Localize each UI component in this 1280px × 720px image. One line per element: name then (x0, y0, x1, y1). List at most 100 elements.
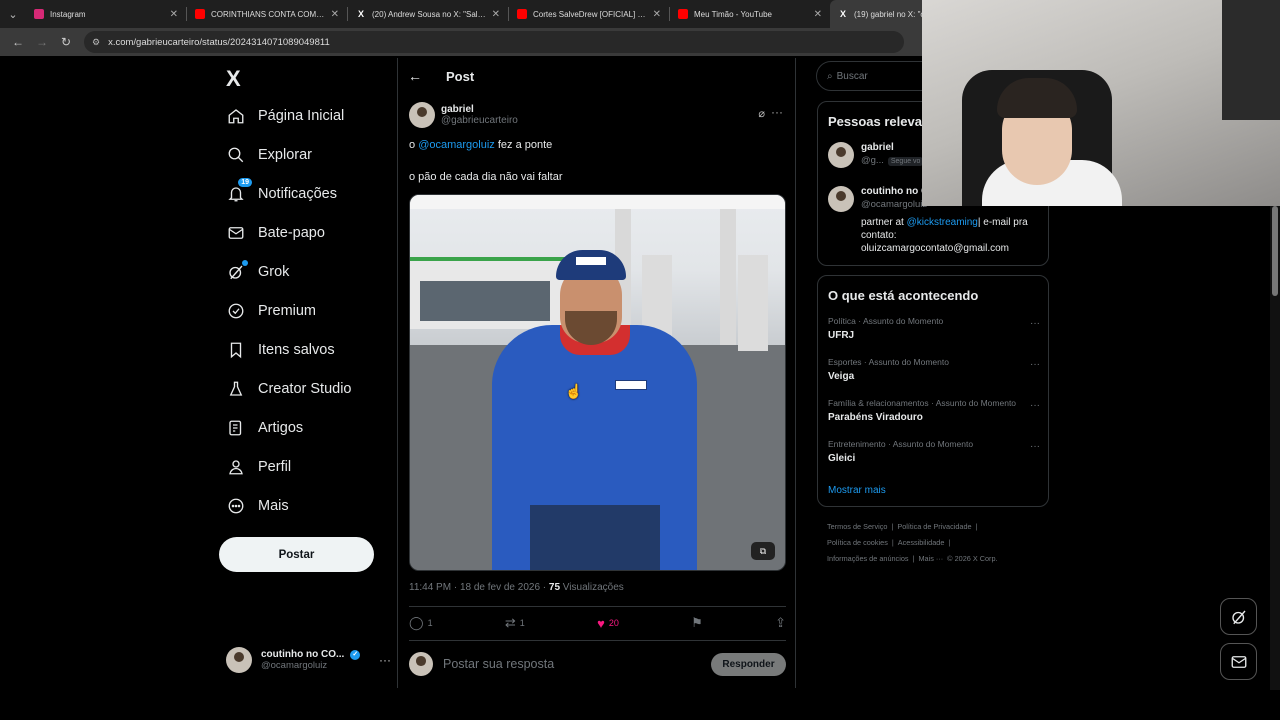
follows-you-badge: Segue vo (887, 157, 924, 166)
post-text-part: fez a ponte (494, 139, 553, 151)
like-button[interactable]: ♥ 20 (597, 616, 619, 631)
nav-explore[interactable]: Explorar (226, 138, 312, 172)
trend-item[interactable]: Família & relacionamentos · Assunto do M… (828, 398, 1040, 423)
nav-articles[interactable]: Artigos (226, 411, 303, 445)
browser-tab[interactable]: Cortes SalveDrew [OFICIAL] - YouTube ✕ (509, 0, 669, 28)
footer-link[interactable]: Mais ··· (918, 554, 943, 563)
url-text: x.com/gabrieucarteiro/status/20243140710… (108, 36, 330, 48)
x-icon: X (357, 9, 364, 19)
article-icon (226, 418, 246, 438)
close-icon[interactable]: ✕ (653, 9, 661, 20)
footer-sep: | (891, 522, 894, 531)
nav-label: Artigos (258, 420, 304, 436)
repost-icon: ⇄ (504, 615, 516, 630)
nav-grok[interactable]: Grok (226, 255, 289, 289)
nav-home[interactable]: Página Inicial (226, 99, 344, 133)
nav-label: Bate-papo (258, 225, 325, 241)
person-icon (226, 457, 246, 477)
browser-tab[interactable]: Instagram ✕ (26, 0, 186, 28)
trend-item[interactable]: Esportes · Assunto do Momento Veiga ··· (828, 357, 1040, 382)
x-logo[interactable]: X (226, 66, 241, 92)
author-handle[interactable]: @gabrieucarteiro (441, 115, 518, 126)
back-arrow-icon[interactable]: ← (6, 30, 30, 54)
post-button[interactable]: Postar (219, 537, 374, 572)
close-icon[interactable]: ✕ (170, 9, 178, 20)
footer-link[interactable]: Política de cookies (827, 538, 888, 547)
home-icon (226, 106, 246, 126)
more-dots-icon[interactable]: ··· (1030, 441, 1040, 452)
mention-link[interactable]: @kickstreaming (907, 217, 978, 228)
reload-icon[interactable]: ↻ (54, 30, 78, 54)
flask-icon (226, 379, 246, 399)
close-icon[interactable]: ✕ (492, 9, 500, 20)
trend-item[interactable]: Política · Assunto do Momento UFRJ ··· (828, 316, 1040, 341)
messages-floating-button[interactable] (1220, 643, 1257, 680)
search-placeholder: Buscar (836, 70, 868, 82)
trend-name: Gleici (828, 453, 856, 464)
browser-tab[interactable]: CORINTHIANS CONTA COM VOCÊ ✕ (187, 0, 347, 28)
more-dots-icon[interactable]: ··· (1030, 318, 1040, 329)
person-name: gabriel (861, 142, 894, 153)
post-column: ← Post gabriel @gabrieucarteiro ⌀ ··· o … (397, 58, 796, 688)
more-dots-icon[interactable]: ··· (771, 105, 783, 119)
site-info-icon[interactable]: ⚙ (92, 37, 100, 48)
reply-submit-button[interactable]: Responder (711, 652, 786, 676)
author-name[interactable]: gabriel (441, 104, 518, 115)
trend-category: Esportes · Assunto do Momento (828, 357, 949, 367)
avatar[interactable] (409, 102, 435, 128)
post-header: ← Post (398, 58, 796, 94)
close-icon[interactable]: ✕ (814, 9, 822, 20)
tab-search-button[interactable]: ⌄ (0, 0, 26, 28)
grok-icon[interactable]: ⌀ (758, 107, 765, 120)
url-field[interactable]: ⚙ x.com/gabrieucarteiro/status/2024314071… (84, 31, 904, 53)
post-time[interactable]: 11:44 PM · 18 de fev de 2026 · (409, 582, 549, 593)
browser-tab[interactable]: Meu Timão - YouTube ✕ (670, 0, 830, 28)
nav-bookmarks[interactable]: Itens salvos (226, 333, 335, 367)
footer-links: Informações de anúncios | Mais ··· © 2026 X… (827, 554, 1002, 563)
reply-button[interactable]: ◯ 1 (409, 615, 433, 631)
forward-arrow-icon[interactable]: → (30, 30, 54, 54)
scrollbar[interactable] (1270, 206, 1280, 690)
footer-link[interactable]: Política de Privacidade (897, 522, 971, 531)
youtube-icon (195, 9, 205, 19)
grok-floating-button[interactable] (1220, 598, 1257, 635)
trends-panel: O que está acontecendo Política · Assunt… (817, 275, 1049, 507)
reply-input[interactable]: Postar sua resposta (443, 657, 711, 671)
repost-button[interactable]: ⇄ 1 (505, 615, 525, 631)
bookmark-button[interactable]: ⚑ (691, 615, 703, 631)
trend-name: Veiga (828, 371, 855, 382)
post-text: o @ocamargoluiz fez a ponte (409, 139, 552, 151)
back-arrow-icon[interactable]: ← (408, 68, 428, 84)
trend-category: Família & relacionamentos · Assunto do M… (828, 398, 1017, 408)
grok-icon (226, 260, 248, 282)
more-dots-icon[interactable]: ··· (1030, 400, 1040, 411)
account-name: coutinho no CO... (261, 649, 345, 660)
avatar (828, 186, 854, 212)
mouse-cursor-icon: ☝ (565, 383, 583, 399)
image-options-icon[interactable]: ⧉ (751, 542, 775, 560)
mention-link[interactable]: @ocamargoluiz (418, 139, 495, 151)
avatar (226, 647, 252, 673)
account-switcher[interactable]: coutinho no CO... ✓ @ocamargoluiz ··· (226, 642, 391, 678)
post-image[interactable]: ⧉ (409, 194, 786, 571)
more-dots-icon[interactable]: ··· (1030, 359, 1040, 370)
nav-creator-studio[interactable]: Creator Studio (226, 372, 352, 406)
nav-more[interactable]: Mais (226, 489, 289, 523)
reply-count: 1 (427, 618, 433, 628)
trend-item[interactable]: Entretenimento · Assunto do Momento Gleic… (828, 439, 1040, 464)
more-dots-icon[interactable]: ··· (379, 653, 391, 667)
post-actions: ◯ 1 ⇄ 1 ♥ 20 ⚑ ⇪ (409, 610, 786, 636)
nav-notifications[interactable]: 19 Notificações (226, 177, 337, 211)
share-button[interactable]: ⇪ (775, 615, 786, 631)
footer-link[interactable]: Informações de anúncios (827, 554, 909, 563)
nav-premium[interactable]: Premium (226, 294, 316, 328)
close-icon[interactable]: ✕ (331, 9, 339, 20)
nav-profile[interactable]: Perfil (226, 450, 291, 484)
footer-link[interactable]: Termos de Serviço (827, 522, 887, 531)
scrollbar-thumb[interactable] (1272, 206, 1278, 296)
nav-chat[interactable]: Bate-papo (226, 216, 325, 250)
browser-tab[interactable]: X (20) Andrew Sousa no X: "Salve ✕ (348, 0, 508, 28)
show-more-link[interactable]: Mostrar mais (828, 485, 886, 496)
bell-icon: 19 (226, 178, 252, 204)
footer-link[interactable]: Acessibilidade (898, 538, 945, 547)
